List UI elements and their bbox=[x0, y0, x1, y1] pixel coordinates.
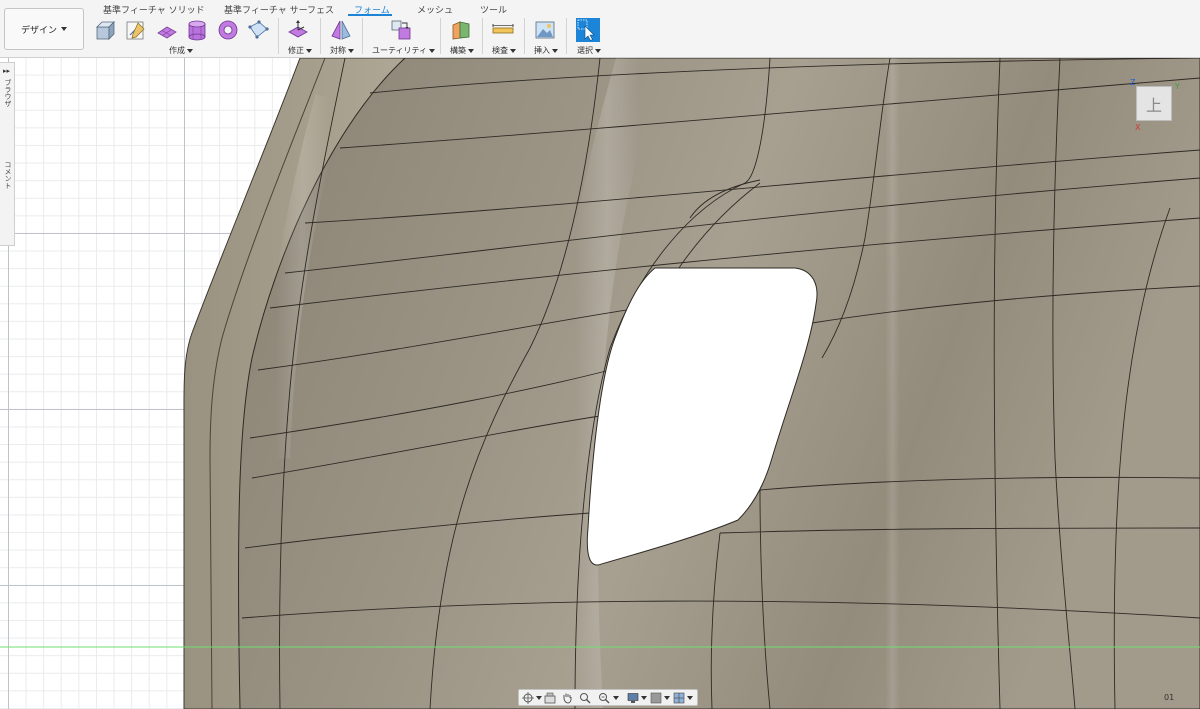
viewports-icon[interactable] bbox=[673, 692, 685, 704]
inspect-menu-label: 検査 bbox=[492, 46, 508, 55]
chevron-down-icon bbox=[306, 48, 312, 53]
orbit-icon[interactable] bbox=[522, 692, 534, 704]
chevron-down-icon[interactable] bbox=[613, 696, 619, 700]
tab-tools[interactable]: ツール bbox=[480, 3, 507, 16]
comments-panel-label[interactable]: コメント bbox=[3, 161, 13, 189]
chevron-down-icon bbox=[429, 48, 436, 53]
fit-icon[interactable] bbox=[598, 692, 610, 704]
select-menu-label: 選択 bbox=[577, 46, 593, 55]
insert-menu-label: 挿入 bbox=[534, 46, 550, 55]
sketch-edit-icon[interactable] bbox=[125, 19, 147, 41]
look-at-icon[interactable] bbox=[544, 692, 556, 704]
toolbar-divider bbox=[320, 18, 321, 54]
modify-menu[interactable]: 修正 bbox=[288, 45, 312, 56]
chevron-down-icon bbox=[468, 48, 474, 53]
chevron-down-icon[interactable] bbox=[664, 696, 670, 700]
create-menu-label: 作成 bbox=[169, 46, 185, 55]
cylinder-form-icon[interactable] bbox=[186, 19, 208, 41]
display-settings-icon[interactable] bbox=[627, 692, 639, 704]
pan-hand-icon[interactable] bbox=[561, 692, 573, 704]
chevron-down-icon bbox=[348, 48, 354, 53]
viewcube[interactable]: Z Y X 上 bbox=[1126, 78, 1186, 136]
model-body bbox=[0, 58, 1200, 709]
chevron-down-icon bbox=[61, 27, 67, 31]
workspace-switcher-button[interactable]: デザイン bbox=[4, 8, 84, 50]
utility-menu[interactable]: ユーティリティ bbox=[372, 45, 436, 56]
torus-form-icon[interactable] bbox=[217, 19, 239, 41]
modify-form-icon[interactable] bbox=[287, 19, 309, 41]
chevron-down-icon bbox=[595, 48, 601, 53]
measure-icon[interactable] bbox=[492, 19, 514, 41]
edit-form-icon[interactable] bbox=[247, 19, 269, 41]
tab-solid[interactable]: 基準フィーチャ ソリッド bbox=[103, 3, 205, 16]
page-number: 01 bbox=[1164, 693, 1175, 702]
box-icon[interactable] bbox=[94, 19, 116, 41]
symmetry-icon[interactable] bbox=[330, 19, 352, 41]
symmetry-menu[interactable]: 対称 bbox=[330, 45, 354, 56]
construct-plane-icon[interactable] bbox=[450, 19, 472, 41]
utility-menu-label: ユーティリティ bbox=[372, 46, 428, 55]
browser-panel-label[interactable]: ブラウザ bbox=[3, 79, 13, 107]
create-menu[interactable]: 作成 bbox=[169, 45, 193, 56]
axis-y-label: Y bbox=[1175, 82, 1180, 91]
toolbar-divider bbox=[482, 18, 483, 54]
toolbar-divider bbox=[278, 18, 279, 54]
toolbar-divider bbox=[362, 18, 363, 54]
grid-snap-icon[interactable] bbox=[650, 692, 662, 704]
zoom-icon[interactable] bbox=[579, 692, 591, 704]
toolbar-divider bbox=[524, 18, 525, 54]
axis-x-label: X bbox=[1135, 123, 1141, 132]
modify-menu-label: 修正 bbox=[288, 46, 304, 55]
chevron-down-icon bbox=[187, 48, 193, 53]
chevron-down-icon bbox=[552, 48, 558, 53]
tab-mesh[interactable]: メッシュ bbox=[417, 3, 453, 16]
chevron-down-icon[interactable] bbox=[641, 696, 647, 700]
toolbar: デザイン 基準フィーチャ ソリッド 基準フィーチャ サーフェス フォーム メッシ… bbox=[0, 0, 1200, 58]
insert-image-icon[interactable] bbox=[534, 19, 556, 41]
utility-icon[interactable] bbox=[390, 19, 412, 41]
symmetry-menu-label: 対称 bbox=[330, 46, 346, 55]
workspace-label: デザイン bbox=[20, 25, 57, 36]
active-tab-indicator bbox=[348, 14, 392, 16]
plane-form-icon[interactable] bbox=[156, 19, 178, 41]
select-menu[interactable]: 選択 bbox=[577, 45, 601, 56]
construct-menu-label: 構築 bbox=[450, 46, 466, 55]
tab-surface[interactable]: 基準フィーチャ サーフェス bbox=[224, 3, 334, 16]
expand-panel-icon[interactable]: ▸▸ bbox=[3, 67, 10, 75]
navigation-bar bbox=[518, 689, 698, 706]
toolbar-divider bbox=[440, 18, 441, 54]
canvas-viewport[interactable] bbox=[0, 58, 1200, 709]
insert-menu[interactable]: 挿入 bbox=[534, 45, 558, 56]
chevron-down-icon bbox=[510, 48, 516, 53]
chevron-down-icon[interactable] bbox=[687, 696, 693, 700]
toolbar-divider bbox=[566, 18, 567, 54]
select-cursor-icon[interactable] bbox=[576, 18, 600, 42]
side-panel: ▸▸ ブラウザ コメント bbox=[0, 62, 15, 246]
inspect-menu[interactable]: 検査 bbox=[492, 45, 516, 56]
viewcube-face-top[interactable]: 上 bbox=[1136, 86, 1172, 121]
chevron-down-icon[interactable] bbox=[536, 696, 542, 700]
construct-menu[interactable]: 構築 bbox=[450, 45, 474, 56]
axis-z-label: Z bbox=[1130, 78, 1136, 87]
